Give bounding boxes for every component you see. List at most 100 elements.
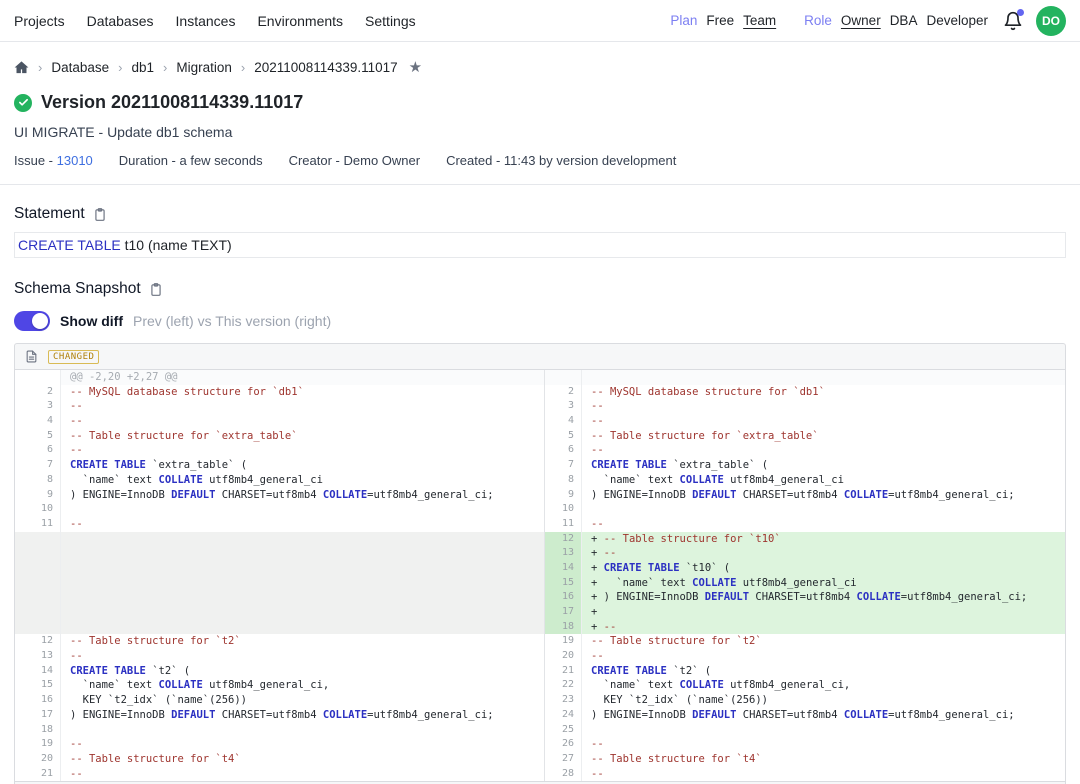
role-option-dba[interactable]: DBA: [890, 13, 918, 28]
line-number: 16: [544, 590, 582, 605]
role-option-owner[interactable]: Owner: [841, 13, 881, 28]
favorite-star-icon[interactable]: ★: [409, 58, 422, 76]
code-line: + --: [582, 546, 1065, 561]
issue-meta: Issue - 13010: [14, 153, 93, 168]
diff-context-row: 16 KEY `t2_idx` (`name`(256))23 KEY `t2_…: [15, 693, 1065, 708]
diff-table: @@ -2,20 +2,27 @@2-- MySQL database stru…: [15, 369, 1065, 781]
line-number: 25: [544, 723, 582, 738]
code-line: -- Table structure for `t2`: [582, 634, 1065, 649]
nav-item-instances[interactable]: Instances: [176, 13, 236, 29]
code-line: [582, 370, 1065, 385]
show-diff-toggle[interactable]: [14, 311, 50, 331]
notification-bell-button[interactable]: [1003, 11, 1023, 31]
home-icon[interactable]: [14, 60, 29, 75]
line-number: 28: [544, 767, 582, 782]
line-number: 10: [15, 502, 61, 517]
plan-option-team[interactable]: Team: [743, 13, 776, 28]
line-number: 11: [15, 517, 61, 532]
code-line: [61, 620, 544, 635]
diff-header: CHANGED: [15, 344, 1065, 369]
code-line: --: [582, 737, 1065, 752]
nav-item-settings[interactable]: Settings: [365, 13, 416, 29]
issue-link[interactable]: 13010: [57, 153, 93, 168]
code-line: CREATE TABLE `extra_table` (: [582, 458, 1065, 473]
line-number: 12: [544, 532, 582, 547]
line-number: 15: [15, 678, 61, 693]
schema-diff-card: CHANGED @@ -2,20 +2,27 @@2-- MySQL datab…: [14, 343, 1066, 784]
code-line: `name` text COLLATE utf8mb4_general_ci,: [582, 678, 1065, 693]
code-line: -- Table structure for `t4`: [582, 752, 1065, 767]
line-number: 20: [15, 752, 61, 767]
copy-snapshot-icon[interactable]: [149, 282, 163, 297]
code-line: [582, 723, 1065, 738]
line-number: 19: [544, 634, 582, 649]
line-number: 14: [544, 561, 582, 576]
show-diff-hint: Prev (left) vs This version (right): [133, 313, 331, 329]
line-number: 16: [15, 693, 61, 708]
code-line: +: [582, 605, 1065, 620]
line-number: 18: [544, 620, 582, 635]
code-line: [61, 532, 544, 547]
plan-option-free[interactable]: Free: [706, 13, 734, 28]
diff-hunk-row: @@ -2,20 +2,27 @@: [15, 370, 1065, 385]
line-number: 17: [544, 605, 582, 620]
line-number: 5: [15, 429, 61, 444]
line-number: 22: [544, 678, 582, 693]
line-number: 4: [544, 414, 582, 429]
diff-added-row: 15+ `name` text COLLATE utf8mb4_general_…: [15, 576, 1065, 591]
breadcrumb-items: ›Database›db1›Migration›20211008114339.1…: [38, 60, 398, 75]
diff-context-row: 5-- Table structure for `extra_table`5--…: [15, 429, 1065, 444]
role-label: Role: [804, 13, 832, 28]
code-line: KEY `t2_idx` (`name`(256)): [582, 693, 1065, 708]
copy-statement-icon[interactable]: [93, 207, 107, 222]
breadcrumb-item[interactable]: db1: [131, 60, 154, 75]
diff-added-row: 13+ --: [15, 546, 1065, 561]
line-number: [15, 532, 61, 547]
diff-context-row: 1825: [15, 723, 1065, 738]
code-line: [582, 502, 1065, 517]
diff-context-row: 15 `name` text COLLATE utf8mb4_general_c…: [15, 678, 1065, 693]
code-line: --: [61, 414, 544, 429]
breadcrumb-item[interactable]: Migration: [176, 60, 232, 75]
chevron-right-icon: ›: [118, 60, 122, 75]
role-option-developer[interactable]: Developer: [926, 13, 988, 28]
code-line: + `name` text COLLATE utf8mb4_general_ci: [582, 576, 1065, 591]
line-number: 7: [15, 458, 61, 473]
code-line: [61, 590, 544, 605]
diff-context-row: 19--26--: [15, 737, 1065, 752]
diff-added-row: 16+ ) ENGINE=InnoDB DEFAULT CHARSET=utf8…: [15, 590, 1065, 605]
code-line: [61, 561, 544, 576]
nav-item-environments[interactable]: Environments: [257, 13, 343, 29]
toggle-knob: [32, 313, 48, 329]
code-line: ) ENGINE=InnoDB DEFAULT CHARSET=utf8mb4 …: [61, 708, 544, 723]
line-number: 2: [15, 385, 61, 400]
show-diff-label: Show diff: [60, 313, 123, 329]
avatar[interactable]: DO: [1036, 6, 1066, 36]
code-line: CREATE TABLE `t2` (: [61, 664, 544, 679]
breadcrumb-item[interactable]: Database: [51, 60, 109, 75]
diff-context-row: 3--3--: [15, 399, 1065, 414]
sql-keyword: CREATE TABLE: [18, 237, 121, 253]
code-line: + -- Table structure for `t10`: [582, 532, 1065, 547]
breadcrumb: ›Database›db1›Migration›20211008114339.1…: [14, 42, 1066, 86]
changed-badge: CHANGED: [48, 350, 99, 364]
nav-item-databases[interactable]: Databases: [87, 13, 154, 29]
line-number: [15, 605, 61, 620]
nav-item-projects[interactable]: Projects: [14, 13, 65, 29]
line-number: 14: [15, 664, 61, 679]
code-line: + ) ENGINE=InnoDB DEFAULT CHARSET=utf8mb…: [582, 590, 1065, 605]
meta-item: Duration - a few seconds: [119, 153, 263, 168]
line-number: 6: [544, 443, 582, 458]
code-line: -- Table structure for `t2`: [61, 634, 544, 649]
line-number: [15, 370, 61, 385]
code-line: @@ -2,20 +2,27 @@: [61, 370, 544, 385]
line-number: 26: [544, 737, 582, 752]
primary-nav: Projects Databases Instances Environments Se…: [14, 13, 416, 29]
breadcrumb-item[interactable]: 20211008114339.11017: [254, 60, 397, 75]
diff-context-row: 2-- MySQL database structure for `db1`2-…: [15, 385, 1065, 400]
diff-context-row: 1010: [15, 502, 1065, 517]
success-check-icon: [14, 94, 32, 112]
chevron-right-icon: ›: [163, 60, 167, 75]
line-number: 9: [15, 488, 61, 503]
code-line: CREATE TABLE `t2` (: [582, 664, 1065, 679]
